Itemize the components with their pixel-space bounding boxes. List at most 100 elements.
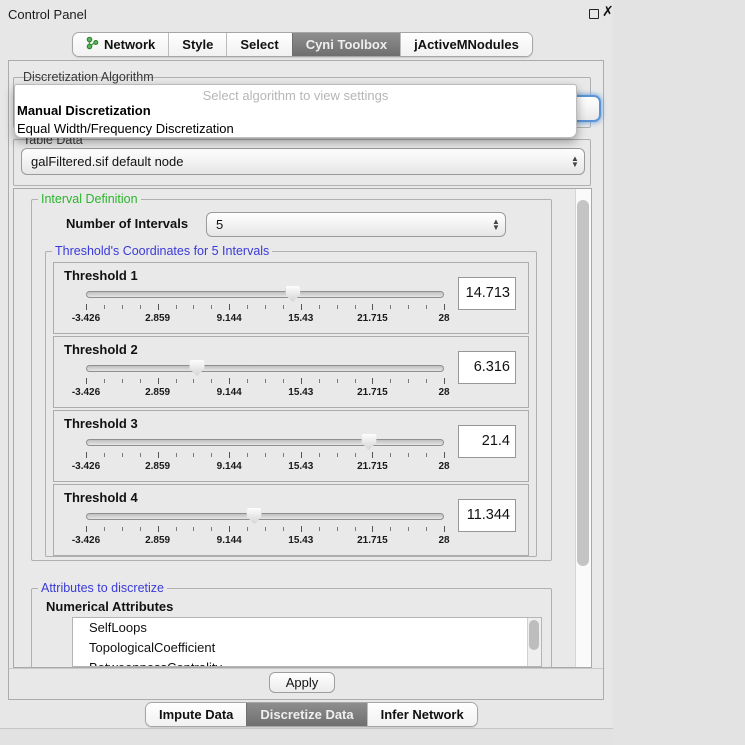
slider: -3.4262.8599.14415.4321.71528 — [86, 507, 444, 553]
tick-mark — [283, 379, 284, 383]
tick-mark — [301, 304, 302, 310]
threshold-value-field[interactable]: 14.713 — [458, 277, 516, 310]
threshold-value-field[interactable]: 21.4 — [458, 425, 516, 458]
tick-mark — [158, 526, 159, 532]
tick-mark — [390, 527, 391, 531]
tick-mark — [229, 304, 230, 310]
tick-mark — [86, 378, 87, 384]
tick-mark — [122, 305, 123, 309]
threshold-label: Threshold 3 — [64, 416, 138, 431]
slider-thumb[interactable] — [189, 360, 204, 376]
number-of-intervals-label: Number of Intervals — [66, 216, 188, 231]
threshold-panel-threshold-1: Threshold 1-3.4262.8599.14415.4321.71528… — [53, 262, 529, 334]
tab-jactivemnodules[interactable]: jActiveMNodules — [400, 33, 532, 56]
tick-mark — [408, 453, 409, 457]
number-of-intervals-select[interactable]: 5 ▲▼ — [206, 212, 506, 237]
tick-mark — [229, 526, 230, 532]
numerical-attributes-list[interactable]: SelfLoopsTopologicalCoefficientBetweenne… — [72, 617, 542, 667]
tab-network[interactable]: Network — [73, 33, 168, 56]
thresholds-group-title: Threshold's Coordinates for 5 Intervals — [52, 244, 272, 258]
tick-mark — [140, 453, 141, 457]
tick-label: 21.715 — [357, 313, 388, 324]
table-data-select[interactable]: galFiltered.sif default node ▲▼ — [21, 148, 585, 175]
tick-label: 2.859 — [145, 535, 170, 546]
apply-button[interactable]: Apply — [269, 672, 335, 693]
tab-discretize-data[interactable]: Discretize Data — [246, 703, 366, 726]
tick-label: 2.859 — [145, 387, 170, 398]
tick-mark — [229, 452, 230, 458]
tick-mark — [122, 379, 123, 383]
tick-label: 9.144 — [217, 387, 242, 398]
algorithm-placeholder: Select algorithm to view settings — [15, 88, 576, 103]
tab-label: Impute Data — [159, 707, 233, 722]
tick-mark — [355, 527, 356, 531]
attribute-item-selfloops[interactable]: SelfLoops — [73, 618, 541, 638]
algorithm-option-equal-width-frequency-discretization[interactable]: Equal Width/Frequency Discretization — [17, 121, 234, 136]
right-column: GAL80GACGAL11GAL4GCY1HHAP2 Table Panel ⚙… — [613, 0, 745, 745]
attribute-item-topologicalcoefficient[interactable]: TopologicalCoefficient — [73, 638, 541, 658]
tick-label: -3.426 — [72, 535, 100, 546]
tick-mark — [426, 527, 427, 531]
tick-mark — [122, 453, 123, 457]
slider-track[interactable] — [86, 291, 444, 298]
tick-mark — [265, 379, 266, 383]
attribute-item-betweennesscentrality[interactable]: BetweennessCentrality — [73, 658, 541, 667]
threshold-value-field[interactable]: 6.316 — [458, 351, 516, 384]
vertical-scrollbar-thumb[interactable] — [577, 200, 589, 566]
tick-mark — [158, 378, 159, 384]
tick-mark — [444, 526, 445, 532]
tab-infer-network[interactable]: Infer Network — [367, 703, 477, 726]
slider-track[interactable] — [86, 439, 444, 446]
tick-mark — [176, 527, 177, 531]
tab-label: Infer Network — [381, 707, 464, 722]
network-icon — [86, 36, 99, 53]
tick-mark — [319, 305, 320, 309]
tick-mark — [104, 453, 105, 457]
tick-label: 21.715 — [357, 461, 388, 472]
algorithm-option-manual-discretization[interactable]: Manual Discretization — [17, 103, 151, 118]
tick-mark — [247, 527, 248, 531]
tick-mark — [426, 305, 427, 309]
tick-mark — [408, 305, 409, 309]
tab-impute-data[interactable]: Impute Data — [146, 703, 246, 726]
slider-thumb[interactable] — [247, 508, 262, 524]
tick-label: 28 — [438, 313, 449, 324]
tick-mark — [355, 379, 356, 383]
attributes-scrollbar-thumb[interactable] — [529, 620, 539, 650]
tab-cyni-toolbox[interactable]: Cyni Toolbox — [292, 33, 400, 56]
tick-mark — [408, 379, 409, 383]
tick-mark — [372, 452, 373, 458]
close-icon[interactable]: ✗ — [602, 4, 614, 20]
table-data-value: galFiltered.sif default node — [22, 154, 566, 169]
tick-mark — [426, 453, 427, 457]
tick-mark — [301, 452, 302, 458]
threshold-value-field[interactable]: 11.344 — [458, 499, 516, 532]
tab-select[interactable]: Select — [226, 33, 291, 56]
tab-label: Select — [240, 37, 278, 52]
tab-style[interactable]: Style — [168, 33, 226, 56]
tick-label: 9.144 — [217, 313, 242, 324]
tick-mark — [390, 379, 391, 383]
slider-track[interactable] — [86, 513, 444, 520]
attributes-group-title: Attributes to discretize — [38, 581, 167, 595]
slider-thumb[interactable] — [361, 434, 376, 450]
float-window-icon[interactable] — [589, 9, 599, 19]
tick-label: 15.43 — [288, 313, 313, 324]
tick-mark — [211, 379, 212, 383]
tick-mark — [193, 379, 194, 383]
slider-thumb[interactable] — [285, 286, 300, 302]
top-tab-bar: NetworkStyle Select Cyni Toolbox jActiveMNo… — [72, 32, 533, 57]
slider-track[interactable] — [86, 365, 444, 372]
tick-mark — [193, 527, 194, 531]
tick-mark — [301, 378, 302, 384]
stepper-arrows-icon: ▲▼ — [566, 156, 584, 167]
tick-mark — [247, 379, 248, 383]
tick-mark — [337, 527, 338, 531]
slider: -3.4262.8599.14415.4321.71528 — [86, 433, 444, 479]
tick-mark — [229, 378, 230, 384]
tick-label: 2.859 — [145, 313, 170, 324]
tick-mark — [283, 527, 284, 531]
slider: -3.4262.8599.14415.4321.71528 — [86, 285, 444, 331]
tab-label: jActiveMNodules — [414, 37, 519, 52]
tick-label: 21.715 — [357, 535, 388, 546]
